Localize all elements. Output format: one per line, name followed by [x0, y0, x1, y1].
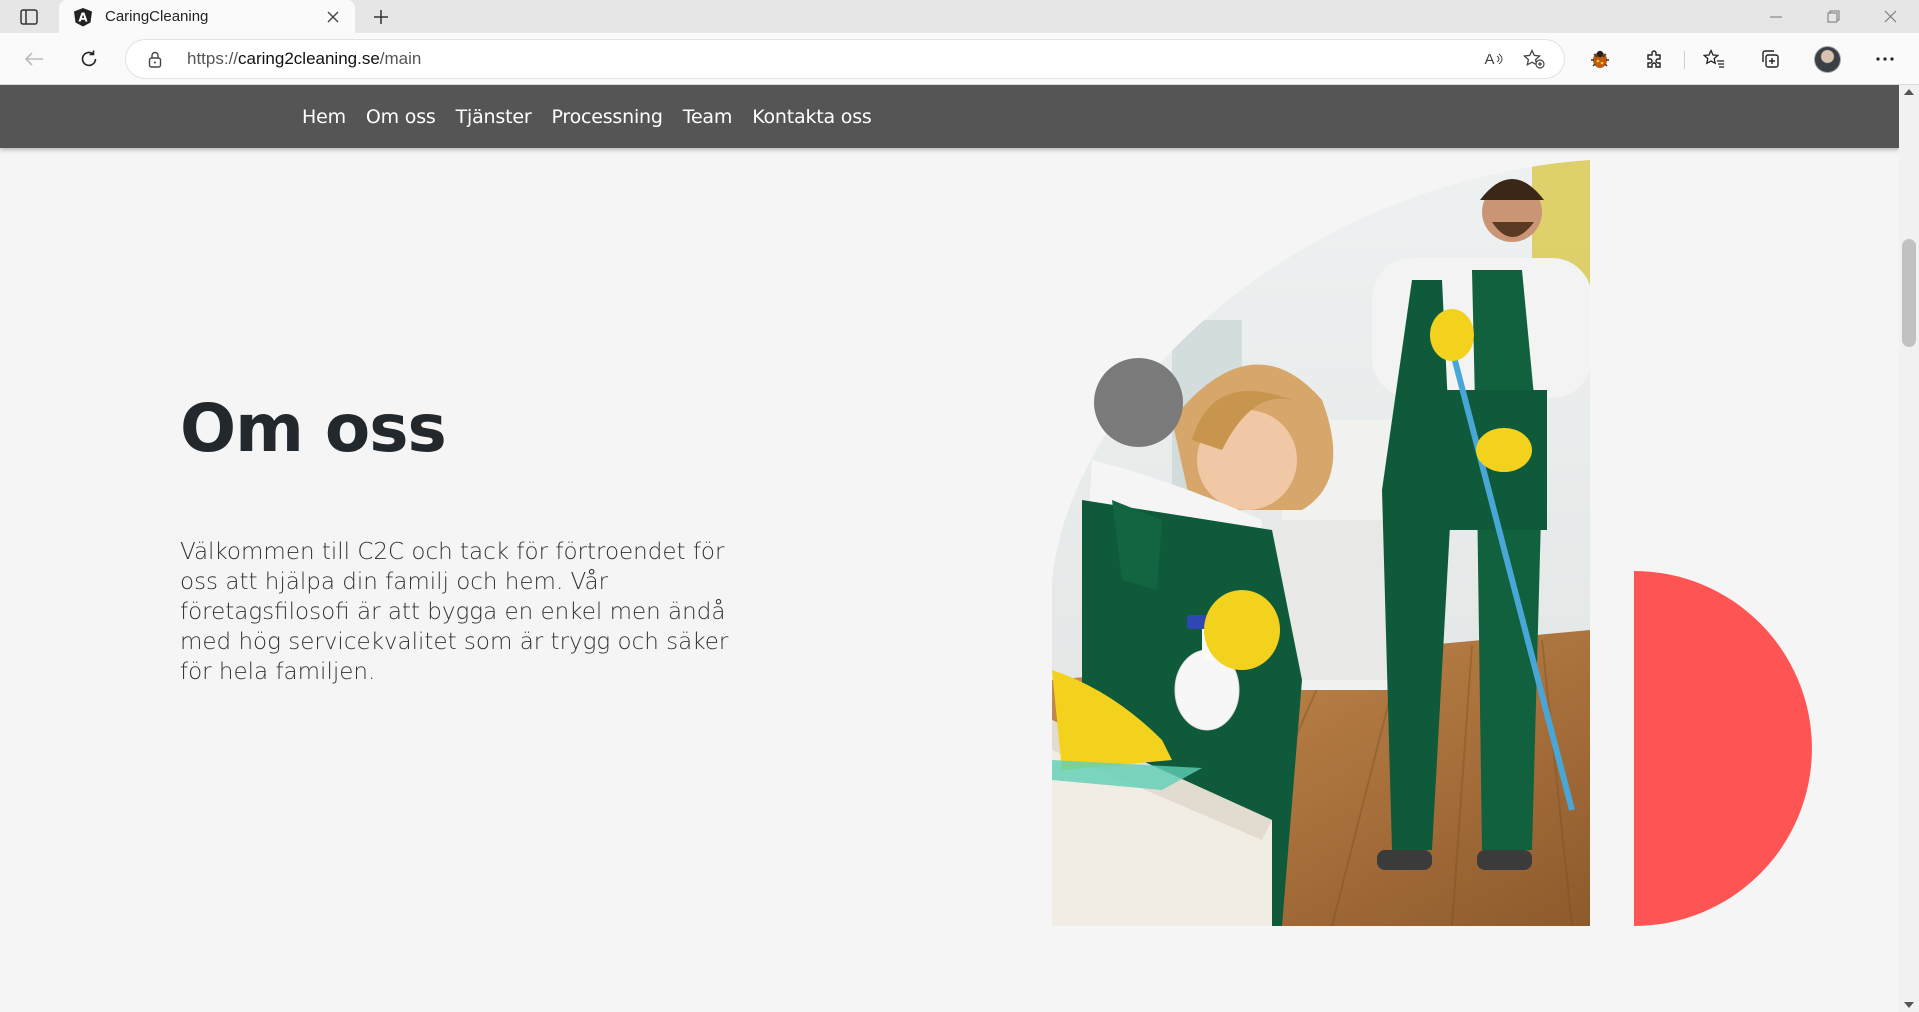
lock-icon[interactable] [146, 50, 164, 68]
nav-item-om-oss[interactable]: Om oss [366, 106, 436, 128]
close-icon[interactable] [323, 7, 343, 27]
collections-icon[interactable] [1754, 43, 1786, 75]
favorites-icon[interactable] [1698, 43, 1730, 75]
page-scrollbar[interactable] [1899, 85, 1919, 1012]
tab-actions-icon[interactable] [14, 5, 44, 29]
angular-favicon-icon: A [74, 7, 92, 26]
intro-paragraph: Välkommen till C2C och tack för förtroen… [180, 539, 729, 685]
add-favorite-icon[interactable] [1522, 48, 1546, 70]
tab-strip: A CaringCleaning [0, 0, 1919, 33]
address-bar[interactable]: https://caring2cleaning.se/main A [126, 40, 1564, 78]
read-aloud-icon[interactable]: A [1482, 48, 1506, 70]
toolbar-separator [1684, 51, 1685, 69]
plus-icon[interactable] [367, 3, 395, 31]
nav-item-team[interactable]: Team [683, 106, 733, 128]
cleaning-staff-photo [1052, 160, 1590, 926]
more-icon[interactable] [1869, 43, 1901, 75]
decorative-gray-circle [1094, 358, 1183, 447]
extensions-icon[interactable] [1639, 43, 1671, 75]
browser-tab[interactable]: A CaringCleaning [59, 0, 355, 33]
back-icon[interactable] [18, 43, 50, 75]
url-scheme: https:// [187, 49, 239, 68]
nav-item-hem[interactable]: Hem [302, 106, 346, 128]
url-text[interactable]: https://caring2cleaning.se/main [187, 49, 421, 69]
browser-toolbar: https://caring2cleaning.se/main A [0, 33, 1919, 85]
url-host: caring2cleaning.se [238, 49, 380, 68]
page-title: Om oss [180, 390, 447, 467]
decorative-red-half-circle [1634, 571, 1812, 926]
restore-icon[interactable] [1805, 0, 1861, 33]
nav-item-tjanster[interactable]: Tjänster [456, 106, 532, 128]
refresh-icon[interactable] [73, 43, 105, 75]
nav-item-processning[interactable]: Processning [551, 106, 663, 128]
nav-item-kontakta-oss[interactable]: Kontakta oss [752, 106, 872, 128]
scroll-down-icon[interactable] [1904, 1002, 1914, 1008]
close-window-icon[interactable] [1862, 0, 1918, 33]
scroll-up-icon[interactable] [1904, 89, 1914, 95]
extension-bug-icon[interactable] [1584, 43, 1616, 75]
profile-avatar[interactable] [1814, 46, 1841, 73]
minimize-icon[interactable] [1748, 0, 1804, 33]
url-path: /main [379, 49, 422, 68]
scroll-thumb[interactable] [1902, 239, 1916, 347]
site-navbar: Hem Om oss Tjänster Processning Team Kon… [0, 85, 1899, 148]
page-viewport: Hem Om oss Tjänster Processning Team Kon… [0, 85, 1899, 1012]
svg-text:A: A [78, 10, 88, 24]
read-aloud-label: A [1484, 50, 1495, 68]
tab-title: CaringCleaning [105, 8, 209, 25]
